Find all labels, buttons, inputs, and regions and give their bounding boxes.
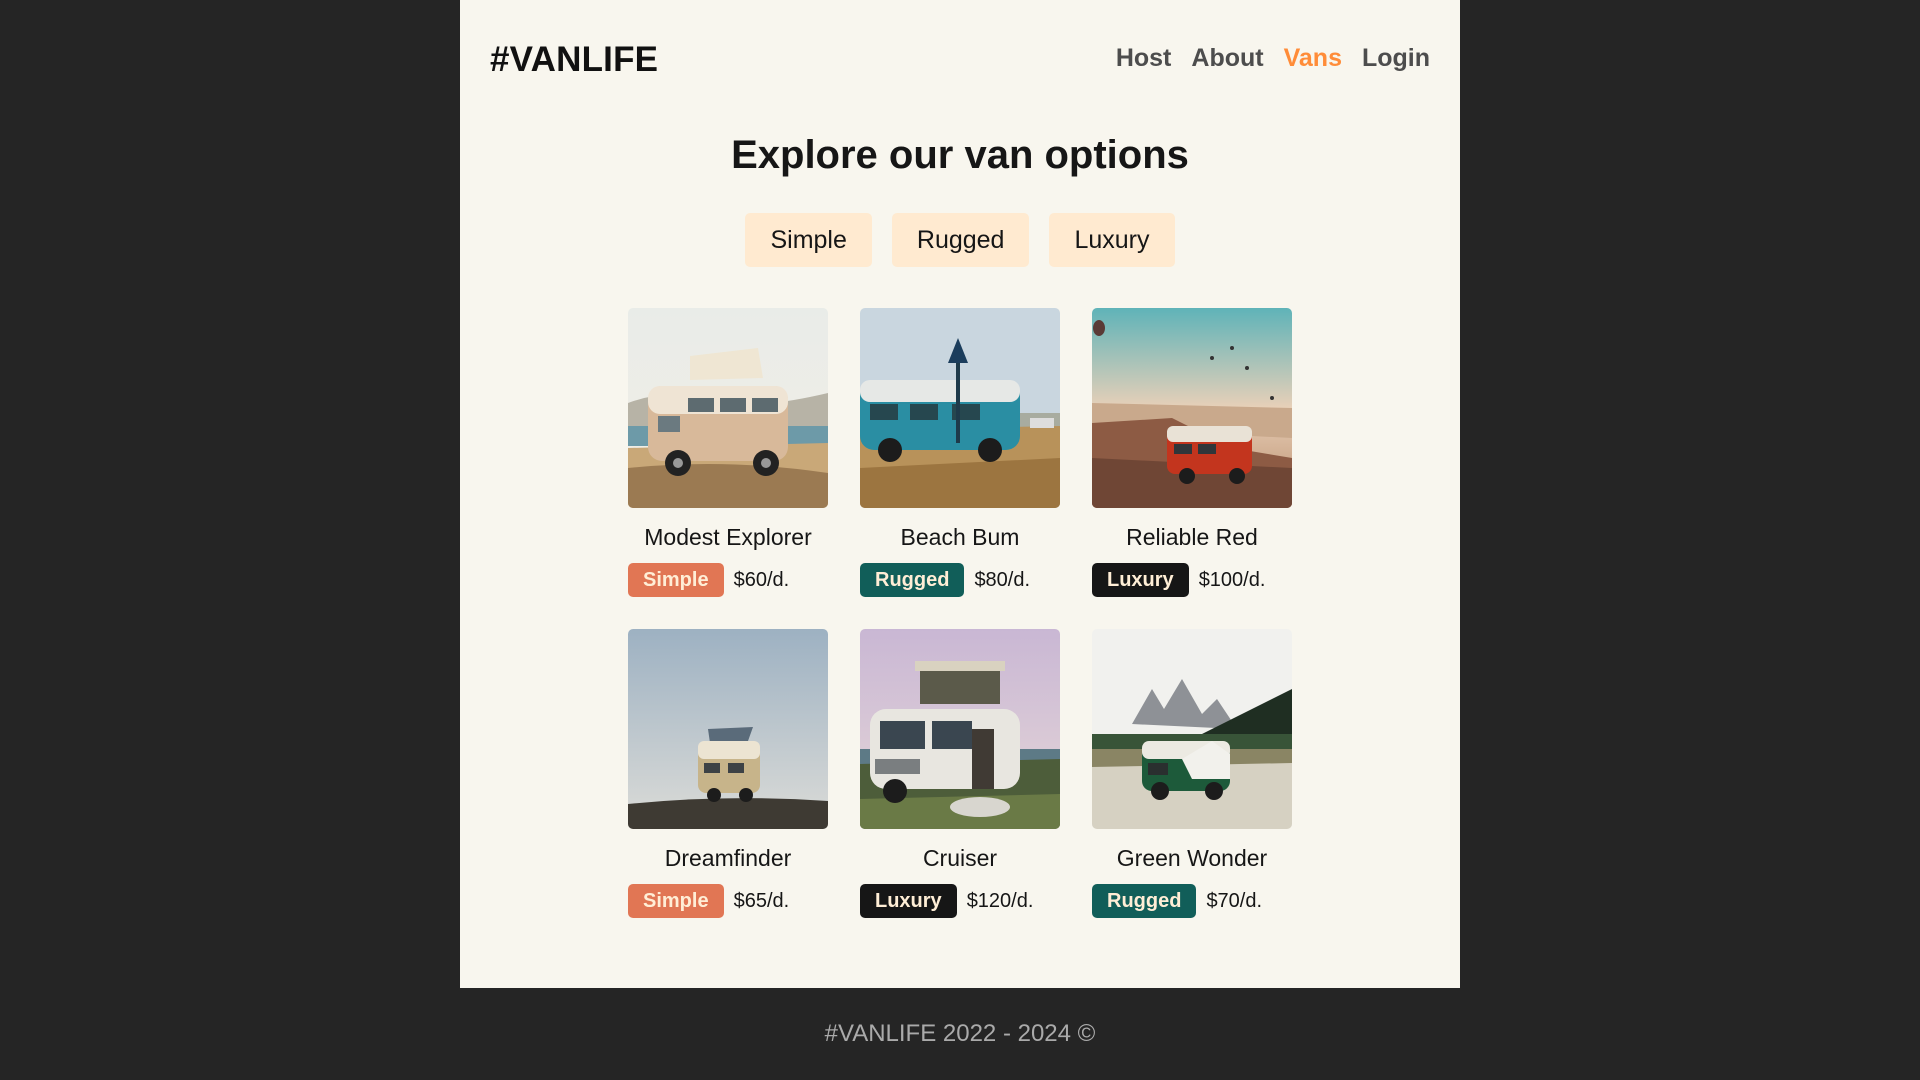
van-on-hill-photo [628,629,828,829]
beige-camper-van-photo [628,308,828,508]
van-photo [1092,629,1292,829]
red-van-canyon-photo [1092,308,1292,508]
page-title: Explore our van options [731,133,1189,177]
type-filters: Simple Rugged Luxury [460,213,1460,267]
nav-link-login[interactable]: Login [1362,44,1430,73]
white-van-rooftop-tent-photo [860,629,1060,829]
van-photo [860,308,1060,508]
van-photo [860,629,1060,829]
nav-link-host[interactable]: Host [1116,44,1172,73]
nav-link-vans[interactable]: Vans [1284,44,1342,73]
van-name: Modest Explorer [644,524,812,550]
van-type-badge: Simple [628,884,724,918]
van-price: $70/d. [1206,889,1263,912]
van-photo [628,308,828,508]
van-price: $80/d. [974,568,1031,591]
van-card[interactable]: Beach Bum Rugged $80/d. [860,308,1060,597]
van-price: $120/d. [966,889,1034,912]
nav-link-about[interactable]: About [1191,44,1263,73]
main-nav: Host About Vans Login [1116,44,1430,73]
van-photo [1092,308,1292,508]
site-header: #VANLIFE Host About Vans Login [460,0,1460,118]
van-card[interactable]: Green Wonder Rugged $70/d. [1092,629,1292,918]
van-type-badge: Rugged [1092,884,1197,918]
van-price: $65/d. [733,889,790,912]
van-card[interactable]: Reliable Red Luxury $100/d. [1092,308,1292,597]
van-price: $60/d. [733,568,790,591]
van-name: Dreamfinder [664,845,792,871]
van-name: Cruiser [922,845,998,871]
app-root: #VANLIFE Host About Vans Login Explore o… [460,0,1460,1080]
van-photo [628,629,828,829]
site-logo[interactable]: #VANLIFE [490,40,658,80]
van-name: Green Wonder [1116,845,1268,871]
van-meta: Rugged $80/d. [860,563,1060,597]
filter-luxury-button[interactable]: Luxury [1049,213,1175,267]
footer-text: #VANLIFE 2022 - 2024 © [824,1020,1096,1047]
van-type-badge: Luxury [860,884,957,918]
van-type-badge: Luxury [1092,563,1189,597]
green-van-mountains-photo [1092,629,1292,829]
van-meta: Rugged $70/d. [1092,884,1292,918]
van-type-badge: Rugged [860,563,965,597]
van-meta: Luxury $120/d. [860,884,1060,918]
van-price: $100/d. [1198,568,1266,591]
site-footer: #VANLIFE 2022 - 2024 © [460,988,1460,1080]
blue-camper-van-photo [860,308,1060,508]
van-card[interactable]: Dreamfinder Simple $65/d. [628,629,828,918]
van-meta: Luxury $100/d. [1092,563,1292,597]
van-name: Beach Bum [900,524,1020,550]
filter-rugged-button[interactable]: Rugged [891,213,1030,267]
van-name: Reliable Red [1126,524,1258,550]
page-content: #VANLIFE Host About Vans Login Explore o… [460,0,1460,988]
van-meta: Simple $60/d. [628,563,828,597]
van-type-badge: Simple [628,563,724,597]
van-card[interactable]: Cruiser Luxury $120/d. [860,629,1060,918]
filter-simple-button[interactable]: Simple [745,213,872,267]
van-card[interactable]: Modest Explorer Simple $60/d. [628,308,828,597]
van-meta: Simple $65/d. [628,884,828,918]
vans-grid: Modest Explorer Simple $60/d. Beach Bum … [628,308,1292,918]
